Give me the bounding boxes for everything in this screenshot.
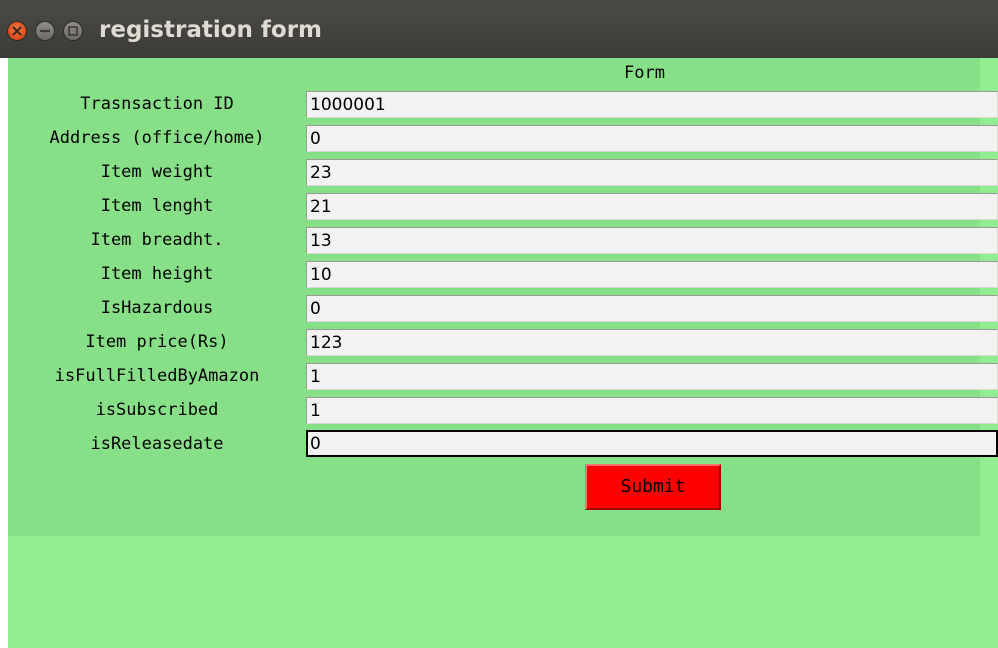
is-hazardous-field[interactable] <box>306 295 998 322</box>
window-title: registration form <box>99 17 323 43</box>
is-fulfilled-by-amazon-field[interactable] <box>306 363 998 390</box>
item-height-field[interactable] <box>306 261 998 288</box>
transaction-id-field[interactable] <box>306 91 998 118</box>
label-item-price: Item price(Rs) <box>85 332 229 352</box>
app-window: registration form Form Trasnsaction ID A… <box>0 0 998 648</box>
label-is-subscribed: isSubscribed <box>95 400 219 420</box>
is-release-date-field[interactable] <box>306 430 998 457</box>
item-weight-field[interactable] <box>306 159 998 186</box>
is-subscribed-field[interactable] <box>306 397 998 424</box>
maximize-icon <box>68 26 78 36</box>
form-frame: Form Trasnsaction ID Address (office/hom… <box>8 58 998 536</box>
address-field[interactable] <box>306 125 998 152</box>
submit-button[interactable]: Submit <box>585 464 721 510</box>
item-length-field[interactable] <box>306 193 998 220</box>
close-icon <box>12 26 22 36</box>
form-heading: Form <box>624 63 665 83</box>
minimize-icon <box>39 29 51 33</box>
item-price-field[interactable] <box>306 329 998 356</box>
label-is-fulfilled-by-amazon: isFullFilledByAmazon <box>54 366 260 386</box>
label-address: Address (office/home) <box>49 128 265 148</box>
label-item-breadth: Item breadht. <box>90 230 224 250</box>
maximize-button[interactable] <box>63 21 83 41</box>
item-breadth-field[interactable] <box>306 227 998 254</box>
label-is-hazardous: IsHazardous <box>100 298 214 318</box>
label-is-release-date: isReleasedate <box>90 434 224 454</box>
window-content: Form Trasnsaction ID Address (office/hom… <box>8 58 998 648</box>
label-item-length: Item lenght <box>100 196 214 216</box>
label-item-height: Item height <box>100 264 214 284</box>
minimize-button[interactable] <box>35 21 55 41</box>
close-button[interactable] <box>7 21 27 41</box>
title-bar[interactable]: registration form <box>0 0 998 58</box>
label-transaction-id: Trasnsaction ID <box>80 94 234 114</box>
label-item-weight: Item weight <box>100 162 214 182</box>
